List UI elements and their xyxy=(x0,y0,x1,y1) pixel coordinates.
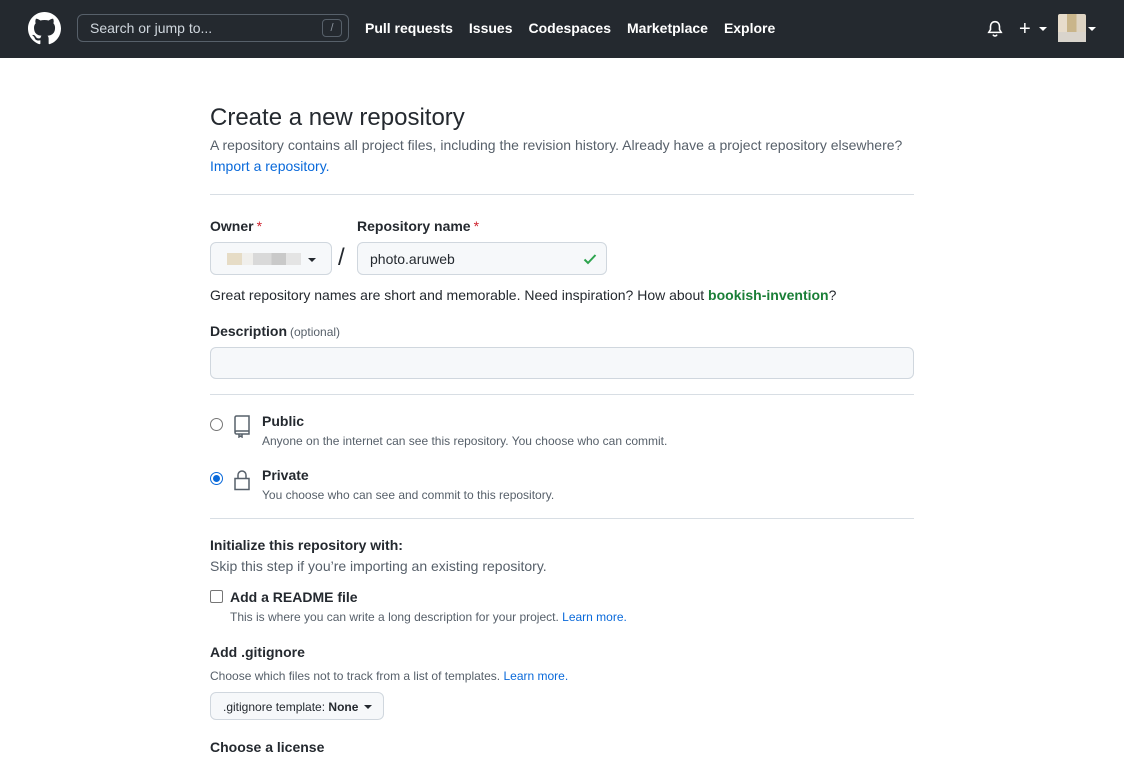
top-header: Search or jump to... / Pull requests Iss… xyxy=(0,0,1124,58)
repository-name-value: photo.aruweb xyxy=(370,251,455,267)
description-label: Description (optional) xyxy=(210,323,341,339)
page-subtitle: A repository contains all project files,… xyxy=(210,137,903,153)
visibility-private-radio[interactable] xyxy=(210,472,223,485)
gitignore-title: Add .gitignore xyxy=(210,644,305,660)
global-nav: Pull requests Issues Codespaces Marketpl… xyxy=(365,20,775,36)
owner-caret-icon xyxy=(308,258,316,262)
lock-icon xyxy=(234,470,250,491)
owner-label: Owner * xyxy=(210,218,263,234)
nav-issues[interactable]: Issues xyxy=(469,20,513,36)
divider xyxy=(210,518,914,519)
repository-name-input[interactable]: photo.aruweb xyxy=(357,242,607,275)
check-icon xyxy=(583,254,597,265)
github-logo-icon[interactable] xyxy=(28,12,61,45)
repo-book-icon xyxy=(234,415,250,438)
nav-codespaces[interactable]: Codespaces xyxy=(529,20,611,36)
init-section-desc: Skip this step if you’re importing an ex… xyxy=(210,558,547,574)
name-suggestion[interactable]: bookish-invention xyxy=(708,287,829,303)
nav-marketplace[interactable]: Marketplace xyxy=(627,20,708,36)
visibility-public-desc: Anyone on the internet can see this repo… xyxy=(262,434,668,448)
gitignore-desc: Choose which files not to track from a l… xyxy=(210,669,569,683)
readme-title: Add a README file xyxy=(230,589,358,605)
page-title: Create a new repository xyxy=(210,104,465,131)
gitignore-learn-more-link[interactable]: Learn more. xyxy=(503,669,568,683)
nav-pull-requests[interactable]: Pull requests xyxy=(365,20,453,36)
visibility-private-title: Private xyxy=(262,467,309,483)
visibility-public-title: Public xyxy=(262,413,305,429)
visibility-public-radio[interactable] xyxy=(210,418,223,431)
readme-checkbox[interactable] xyxy=(210,590,223,603)
bell-icon[interactable] xyxy=(986,20,1004,38)
gitignore-template-label: .gitignore template: None xyxy=(223,700,359,714)
readme-desc: This is where you can write a long descr… xyxy=(230,610,627,624)
repo-name-hint: Great repository names are short and mem… xyxy=(210,287,837,303)
create-new-button[interactable]: + xyxy=(1019,19,1031,39)
search-input[interactable]: Search or jump to... / xyxy=(77,14,349,42)
owner-avatar-name xyxy=(227,253,301,265)
gitignore-template-select[interactable]: .gitignore template: None xyxy=(210,692,384,720)
import-repository-link[interactable]: Import a repository. xyxy=(210,158,330,174)
avatar-caret-icon xyxy=(1088,27,1096,31)
owner-select[interactable] xyxy=(210,242,332,275)
user-avatar[interactable] xyxy=(1058,14,1086,42)
create-caret-icon xyxy=(1039,27,1047,31)
repo-name-label: Repository name * xyxy=(357,218,480,234)
visibility-private-desc: You choose who can see and commit to thi… xyxy=(262,488,555,502)
description-input[interactable] xyxy=(210,347,914,379)
divider xyxy=(210,194,914,195)
owner-repo-separator: / xyxy=(338,244,345,271)
divider xyxy=(210,394,914,395)
init-section-title: Initialize this repository with: xyxy=(210,537,403,553)
license-title: Choose a license xyxy=(210,739,325,755)
search-shortcut-key: / xyxy=(322,19,342,37)
nav-explore[interactable]: Explore xyxy=(724,20,775,36)
readme-learn-more-link[interactable]: Learn more. xyxy=(562,610,627,624)
gitignore-caret-icon xyxy=(364,705,372,709)
search-placeholder: Search or jump to... xyxy=(90,20,213,36)
